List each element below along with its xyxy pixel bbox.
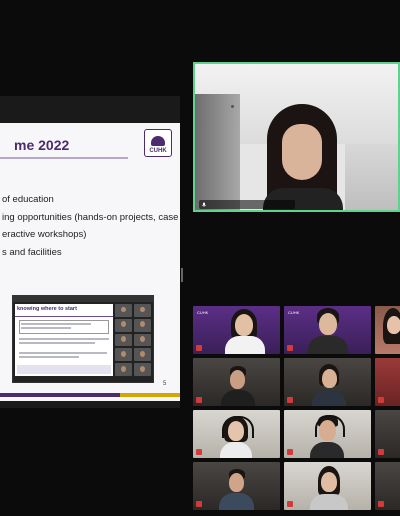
- slide-bullet: of education: [2, 194, 54, 205]
- ceiling-light: [231, 105, 234, 108]
- participant-tile[interactable]: [375, 462, 400, 510]
- participant-tile[interactable]: [284, 410, 371, 458]
- participant-face: [235, 314, 253, 336]
- participant-tile[interactable]: [193, 358, 280, 406]
- participant-body: [312, 390, 346, 406]
- muted-mic-icon: [378, 449, 384, 455]
- participant-body: [308, 336, 348, 354]
- participant-tile[interactable]: [375, 306, 400, 354]
- muted-mic-icon: [196, 501, 202, 507]
- mini-video-tile: [134, 348, 151, 362]
- participant-face: [229, 473, 244, 492]
- participant-body: [219, 493, 254, 510]
- participant-tile[interactable]: CUHK: [284, 306, 371, 354]
- embedded-text-line: [19, 338, 109, 340]
- embedded-titlebar: [13, 296, 153, 302]
- mini-video-tile: [115, 348, 132, 362]
- mini-video-tile: [115, 304, 132, 317]
- slide-page-number: 5: [163, 381, 167, 387]
- mini-video-tile: [115, 363, 132, 376]
- slide-bullet: ing opportunities (hands-on projects, ca…: [2, 212, 179, 223]
- muted-mic-icon: [378, 397, 384, 403]
- mini-video-tile: [134, 304, 151, 317]
- embedded-text-line: [19, 356, 79, 358]
- participant-face: [322, 369, 337, 388]
- slide-bullet: eractive workshops): [2, 229, 87, 240]
- participant-tile[interactable]: [375, 358, 400, 406]
- participant-face: [387, 316, 400, 334]
- participant-tile[interactable]: CUHK: [193, 306, 280, 354]
- slide-bullet: s and facilities: [2, 247, 62, 258]
- seal-icon: [151, 136, 165, 146]
- participant-tile[interactable]: [193, 410, 280, 458]
- muted-mic-icon: [196, 345, 202, 351]
- wall-art: [345, 144, 398, 210]
- slide-title: me 2022: [14, 137, 70, 153]
- mini-video-tile: [115, 333, 132, 347]
- embedded-screenshot: knowing where to start: [12, 295, 154, 383]
- headset: [222, 416, 254, 438]
- muted-mic-icon: [287, 449, 293, 455]
- embedded-heading: knowing where to start: [17, 306, 77, 312]
- participant-body: [221, 390, 255, 406]
- title-underline: [0, 157, 128, 159]
- embedded-document: knowing where to start: [15, 304, 113, 376]
- cuhk-logo: CUHK: [144, 129, 172, 157]
- participant-tile[interactable]: [375, 410, 400, 458]
- embedded-text-line: [21, 323, 91, 325]
- presentation-slide: me 2022 CUHK of education ing opportunit…: [0, 123, 180, 401]
- mini-video-tile: [134, 363, 151, 376]
- mini-video-tile: [134, 318, 151, 332]
- mini-video-tile: [134, 333, 151, 347]
- muted-mic-icon: [378, 501, 384, 507]
- embedded-participant-grid: [115, 304, 151, 376]
- microphone-icon: [201, 202, 207, 207]
- muted-mic-icon: [196, 397, 202, 403]
- speaker-face: [282, 124, 322, 180]
- embedded-footer-bar: [17, 365, 111, 374]
- logo-text: CUHK: [149, 148, 167, 154]
- participant-tile[interactable]: [193, 462, 280, 510]
- embedded-text-line: [21, 327, 71, 329]
- resize-handle[interactable]: [181, 268, 183, 282]
- muted-mic-icon: [287, 345, 293, 351]
- embedded-text-line: [19, 342, 95, 344]
- embedded-heading-rule: [15, 316, 113, 317]
- cuhk-mark: CUHK: [197, 310, 209, 315]
- embedded-text-line: [19, 352, 107, 354]
- window-wall: [195, 94, 240, 210]
- slide-footer-accent: [120, 393, 180, 397]
- participant-gallery: CUHK CUHK: [193, 306, 400, 510]
- muted-mic-icon: [287, 501, 293, 507]
- muted-mic-icon: [196, 449, 202, 455]
- participant-tile[interactable]: [284, 358, 371, 406]
- shared-screen: me 2022 CUHK of education ing opportunit…: [0, 96, 180, 408]
- participant-body: [310, 442, 344, 458]
- participant-face: [230, 370, 245, 389]
- speaker-name-label: [199, 200, 295, 209]
- participant-body: [220, 442, 252, 458]
- participant-body: [225, 336, 265, 354]
- muted-mic-icon: [287, 397, 293, 403]
- participant-face: [319, 313, 337, 335]
- active-speaker-video[interactable]: [193, 62, 400, 212]
- participant-tile[interactable]: [284, 462, 371, 510]
- mini-video-tile: [115, 318, 132, 332]
- cuhk-mark: CUHK: [288, 310, 300, 315]
- participant-face: [321, 472, 337, 492]
- participant-body: [310, 494, 348, 510]
- headset: [315, 415, 345, 437]
